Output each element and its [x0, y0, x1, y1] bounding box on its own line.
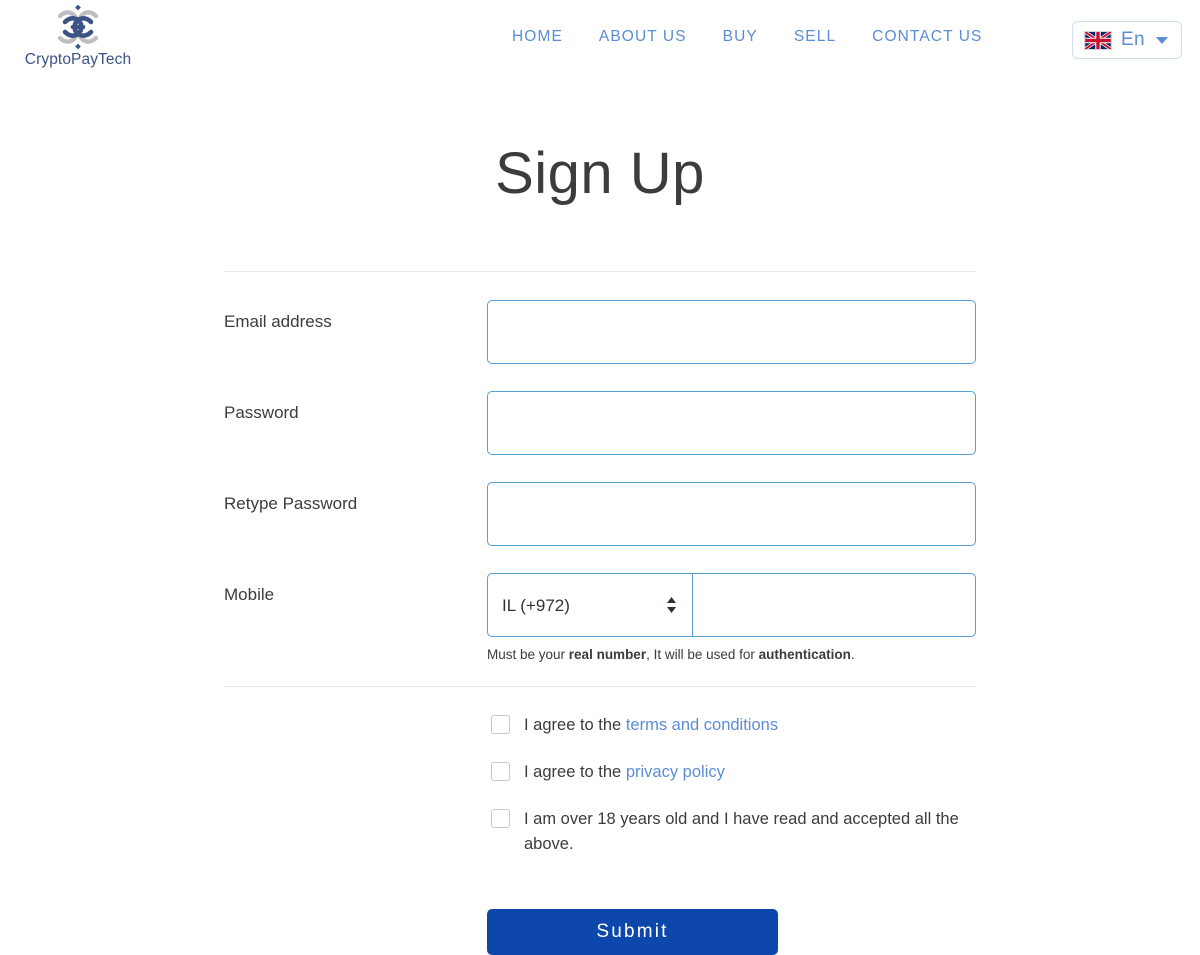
divider-top — [224, 271, 976, 272]
brand-name: CryptoPayTech — [24, 51, 132, 68]
interlocking-knot-logo-icon — [57, 4, 99, 50]
help-middle: , It will be used for — [646, 647, 759, 662]
age-confirmation-checkbox[interactable] — [491, 808, 510, 828]
page-title: Sign Up — [495, 141, 705, 206]
form-row-email: Email address — [224, 300, 976, 364]
site-header: CryptoPayTech HOME ABOUT US BUY SELL CON… — [0, 0, 1200, 78]
nav-item-buy[interactable]: BUY — [705, 28, 776, 46]
nav-item-contact-us[interactable]: CONTACT US — [854, 28, 1000, 46]
chevron-down-icon — [1156, 36, 1168, 44]
terms-text-before: I agree to the — [524, 715, 626, 734]
mobile-label: Mobile — [224, 585, 275, 604]
signup-page: Sign Up Email address Password Retype Pa… — [0, 78, 1200, 955]
language-selector[interactable]: En — [1071, 21, 1182, 59]
signup-form: Email address Password Retype Password M… — [224, 271, 976, 955]
submit-row: Submit — [487, 879, 976, 955]
help-prefix: Must be your — [487, 647, 569, 662]
mobile-help-text: Must be your real number, It will be use… — [487, 646, 976, 664]
form-row-mobile: Mobile IL (+972) Must be your real numbe… — [224, 573, 976, 664]
terms-and-conditions-link[interactable]: terms and conditions — [626, 716, 778, 734]
consent-row-terms: I agree to the terms and conditions — [487, 713, 976, 738]
country-code-select[interactable]: IL (+972) — [487, 573, 693, 637]
privacy-text-before: I agree to the — [524, 762, 626, 781]
privacy-policy-link[interactable]: privacy policy — [626, 763, 725, 781]
nav-item-sell[interactable]: SELL — [776, 28, 854, 46]
retype-password-label: Retype Password — [224, 494, 358, 513]
brand-logo[interactable]: CryptoPayTech — [18, 4, 138, 69]
nav-item-about-us[interactable]: ABOUT US — [581, 28, 705, 46]
mobile-input-group: IL (+972) — [487, 573, 976, 637]
uk-flag-icon — [1083, 30, 1112, 50]
email-label: Email address — [224, 312, 332, 331]
email-field[interactable] — [487, 300, 976, 364]
language-label: En — [1120, 29, 1145, 50]
mobile-number-field[interactable] — [693, 573, 976, 637]
help-bold-real-number: real number — [568, 647, 647, 662]
terms-label: I agree to the terms and conditions — [524, 713, 778, 738]
form-row-retype-password: Retype Password — [224, 482, 976, 546]
nav-item-home[interactable]: HOME — [512, 28, 581, 46]
help-bold-authentication: authentication — [758, 647, 851, 662]
password-label: Password — [224, 403, 299, 422]
submit-button[interactable]: Submit — [487, 908, 778, 955]
consent-row-privacy: I agree to the privacy policy — [487, 760, 976, 785]
terms-checkbox[interactable] — [491, 714, 510, 734]
consent-row-age: I am over 18 years old and I have read a… — [487, 807, 976, 857]
country-code-wrapper: IL (+972) — [487, 573, 693, 637]
main-navigation: HOME ABOUT US BUY SELL CONTACT US — [512, 28, 1001, 46]
help-suffix: . — [850, 647, 855, 662]
password-field[interactable] — [487, 391, 976, 455]
privacy-label: I agree to the privacy policy — [524, 760, 725, 785]
privacy-checkbox[interactable] — [491, 761, 510, 781]
form-row-password: Password — [224, 391, 976, 455]
retype-password-field[interactable] — [487, 482, 976, 546]
consent-section: I agree to the terms and conditions I ag… — [487, 687, 976, 955]
age-confirmation-label: I am over 18 years old and I have read a… — [524, 809, 959, 853]
